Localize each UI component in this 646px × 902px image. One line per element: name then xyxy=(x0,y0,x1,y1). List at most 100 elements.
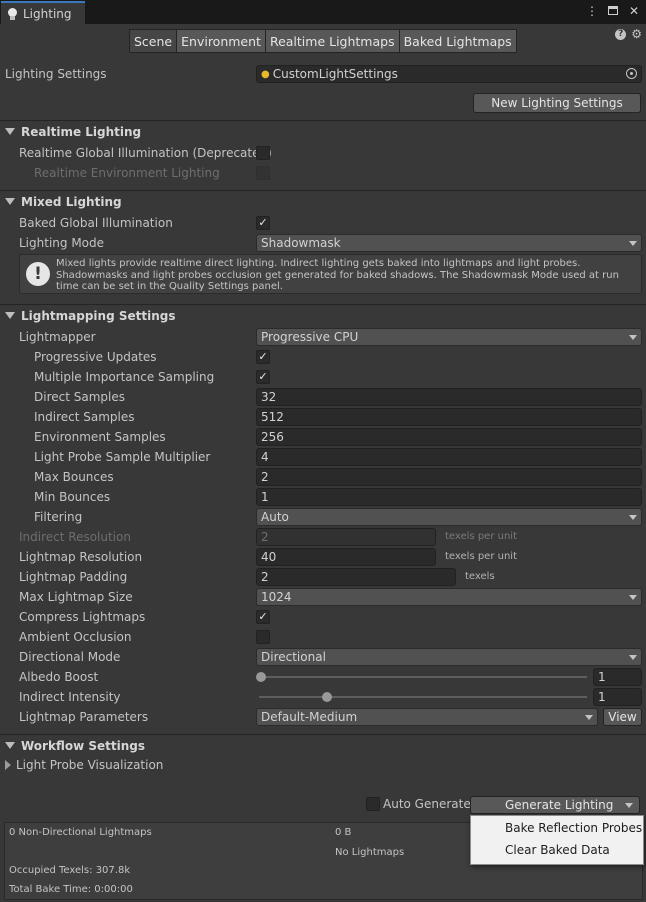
new-lighting-settings-button[interactable]: New Lighting Settings xyxy=(473,93,641,113)
tab-realtime-lightmaps[interactable]: Realtime Lightmaps xyxy=(264,29,400,53)
albedo-boost-field[interactable]: 1 xyxy=(593,668,642,686)
section-title: Realtime Lighting xyxy=(21,124,142,139)
foldout-label: Light Probe Visualization xyxy=(16,758,164,772)
lightmapping-settings-header[interactable]: Lightmapping Settings xyxy=(0,304,646,326)
maximize-icon[interactable] xyxy=(608,6,618,15)
ambient-occlusion-label: Ambient Occlusion xyxy=(19,630,132,644)
dropdown-caret-icon xyxy=(629,515,637,520)
ambient-occlusion-checkbox[interactable] xyxy=(256,630,270,644)
menu-item-bake-reflection-probes[interactable]: Bake Reflection Probes xyxy=(505,821,642,835)
help-icon[interactable]: ? xyxy=(615,29,627,40)
indirect-samples-field[interactable]: 512 xyxy=(256,408,642,426)
lighting-tabs: Scene Environment Realtime Lightmaps Bak… xyxy=(129,29,517,53)
realtime-gi-label: Realtime Global Illumination (Deprecated… xyxy=(19,146,272,160)
workflow-settings-header[interactable]: Workflow Settings xyxy=(0,734,646,756)
button-label: Generate Lighting xyxy=(505,798,614,812)
baked-gi-checkbox[interactable]: ✓ xyxy=(256,216,270,230)
realtime-lighting-header[interactable]: Realtime Lighting xyxy=(0,120,646,142)
filtering-dropdown[interactable]: Auto xyxy=(256,508,642,526)
lightmap-padding-label: Lightmap Padding xyxy=(19,570,128,584)
albedo-boost-slider-knob[interactable] xyxy=(256,672,266,682)
realtime-gi-checkbox[interactable] xyxy=(256,146,270,160)
dropdown-caret-icon[interactable] xyxy=(625,803,633,808)
lightmapper-label: Lightmapper xyxy=(19,330,96,344)
generate-lighting-menu: Bake Reflection Probes Clear Baked Data xyxy=(470,815,644,865)
min-bounces-field[interactable]: 1 xyxy=(256,488,642,506)
lighting-window-tab[interactable]: Lighting xyxy=(1,1,85,24)
lightmap-resolution-field[interactable]: 40 xyxy=(256,548,436,566)
mixed-lighting-header[interactable]: Mixed Lighting xyxy=(0,190,646,212)
indirect-samples-label: Indirect Samples xyxy=(34,410,135,424)
auto-generate-checkbox[interactable] xyxy=(366,797,380,811)
lightmap-resolution-label: Lightmap Resolution xyxy=(19,550,143,564)
indirect-intensity-field[interactable]: 1 xyxy=(593,688,642,706)
foldout-expanded-icon xyxy=(5,198,15,205)
indirect-intensity-slider-track[interactable] xyxy=(259,696,587,698)
auto-generate-label: Auto Generate xyxy=(383,797,471,811)
mis-label: Multiple Importance Sampling xyxy=(34,370,215,384)
tab-environment[interactable]: Environment xyxy=(176,29,266,53)
indirect-resolution-field: 2 xyxy=(256,528,436,546)
total-bake-time: Total Bake Time: 0:00:00 xyxy=(9,884,133,895)
realtime-env-label: Realtime Environment Lighting xyxy=(34,166,220,180)
section-title: Workflow Settings xyxy=(21,738,145,753)
max-bounces-label: Max Bounces xyxy=(34,470,114,484)
mis-checkbox[interactable]: ✓ xyxy=(256,370,270,384)
indirect-resolution-label: Indirect Resolution xyxy=(19,530,131,544)
compress-lightmaps-label: Compress Lightmaps xyxy=(19,610,146,624)
light-probe-visualization-foldout[interactable]: Light Probe Visualization xyxy=(5,758,163,772)
indirect-resolution-unit: texels per unit xyxy=(445,531,517,542)
dropdown-caret-icon xyxy=(629,655,637,660)
view-parameters-button[interactable]: View xyxy=(603,708,642,726)
dropdown-value: Auto xyxy=(261,510,289,524)
lightmap-padding-unit: texels xyxy=(465,571,495,582)
dropdown-caret-icon xyxy=(629,595,637,600)
filtering-label: Filtering xyxy=(34,510,83,524)
help-message: Mixed lights provide realtime direct lig… xyxy=(56,258,619,293)
compress-lightmaps-checkbox[interactable]: ✓ xyxy=(256,610,270,624)
dropdown-caret-icon xyxy=(585,715,593,720)
lightmap-parameters-dropdown[interactable]: Default-Medium xyxy=(256,708,598,726)
directional-mode-label: Directional Mode xyxy=(19,650,121,664)
tab-baked-lightmaps[interactable]: Baked Lightmaps xyxy=(398,29,517,53)
foldout-expanded-icon xyxy=(5,312,15,319)
lightmap-parameters-label: Lightmap Parameters xyxy=(19,710,149,724)
probe-multiplier-label: Light Probe Sample Multiplier xyxy=(34,450,211,464)
probe-multiplier-field[interactable]: 4 xyxy=(256,448,642,466)
lightmap-count: 0 Non-Directional Lightmaps xyxy=(9,827,152,838)
foldout-expanded-icon xyxy=(5,128,15,135)
lightbulb-icon: ● xyxy=(261,68,270,80)
lighting-mode-dropdown[interactable]: Shadowmask xyxy=(256,234,642,252)
directional-mode-dropdown[interactable]: Directional xyxy=(256,648,642,666)
lighting-settings-label: Lighting Settings xyxy=(5,67,107,81)
max-lightmap-size-dropdown[interactable]: 1024 xyxy=(256,588,642,606)
max-lightmap-size-label: Max Lightmap Size xyxy=(19,590,133,604)
generate-lighting-button[interactable]: Generate Lighting xyxy=(470,796,640,814)
gear-icon[interactable]: ⚙ xyxy=(631,28,642,40)
close-icon[interactable]: ✕ xyxy=(628,4,640,18)
dropdown-value: 1024 xyxy=(261,590,292,604)
max-bounces-field[interactable]: 2 xyxy=(256,468,642,486)
lightmap-padding-field[interactable]: 2 xyxy=(256,568,456,586)
object-picker-icon[interactable] xyxy=(626,68,637,79)
environment-samples-field[interactable]: 256 xyxy=(256,428,642,446)
direct-samples-field[interactable]: 32 xyxy=(256,388,642,406)
mixed-lighting-help-box: ! Mixed lights provide realtime direct l… xyxy=(19,254,642,294)
lightmapper-dropdown[interactable]: Progressive CPU xyxy=(256,328,642,346)
lighting-settings-asset-field[interactable]: ● CustomLightSettings xyxy=(256,65,642,83)
dropdown-caret-icon xyxy=(629,241,637,246)
dropdown-value: Shadowmask xyxy=(261,236,341,250)
lighting-mode-label: Lighting Mode xyxy=(19,236,105,250)
progressive-updates-checkbox[interactable]: ✓ xyxy=(256,350,270,364)
tab-scene[interactable]: Scene xyxy=(129,29,178,53)
occupied-texels: Occupied Texels: 307.8k xyxy=(9,865,131,876)
indirect-intensity-slider-knob[interactable] xyxy=(321,692,332,702)
progressive-updates-label: Progressive Updates xyxy=(34,350,157,364)
menu-item-clear-baked-data[interactable]: Clear Baked Data xyxy=(505,843,610,857)
more-options-icon[interactable]: ⋮ xyxy=(586,4,598,18)
window-titlebar: Lighting ⋮ ✕ xyxy=(0,0,646,24)
lightmap-size: 0 B xyxy=(335,827,352,838)
dropdown-value: Default-Medium xyxy=(261,710,358,724)
baked-gi-label: Baked Global Illumination xyxy=(19,216,173,230)
albedo-boost-slider-track[interactable] xyxy=(259,676,587,678)
